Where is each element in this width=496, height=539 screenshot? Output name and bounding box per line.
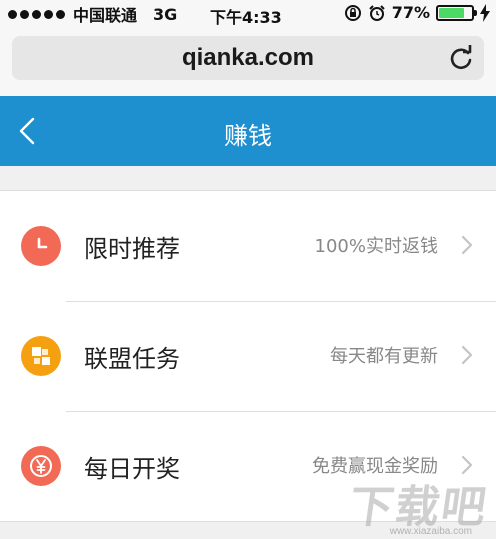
list-item-subtitle: 每天都有更新 (330, 346, 438, 367)
phone-screen: 中国联通 3G 下午4:33 77% qianka.com 赚钱 限时推荐 10… (0, 0, 496, 539)
page-title: 赚钱 (224, 122, 272, 150)
puzzle-icon (21, 336, 61, 376)
watermark-url: www.xiazaiba.com (389, 526, 472, 537)
list-item-label: 联盟任务 (84, 345, 180, 373)
signal-strength-icon (8, 9, 65, 19)
list-item-limited-recommend[interactable]: 限时推荐 100%实时返钱 (0, 191, 496, 301)
clock-icon (21, 226, 61, 266)
reload-icon[interactable] (448, 45, 474, 71)
battery-percent: 77% (391, 3, 430, 22)
network-type: 3G (153, 4, 178, 24)
list-item-subtitle: 100%实时返钱 (314, 236, 438, 257)
nav-bar: 赚钱 (0, 96, 496, 166)
status-right-group: 77% (344, 3, 490, 22)
chevron-right-icon (461, 345, 473, 365)
status-bar: 中国联通 3G 下午4:33 77% (0, 0, 496, 28)
list-item-label: 限时推荐 (84, 235, 180, 263)
browser-chrome: qianka.com (0, 28, 496, 96)
battery-icon (436, 4, 477, 21)
status-time: 下午4:33 (210, 8, 282, 27)
url-text[interactable]: qianka.com (12, 44, 484, 72)
address-bar[interactable]: qianka.com (12, 36, 484, 80)
list-item-label: 每日开奖 (84, 455, 180, 483)
rotation-lock-icon (344, 4, 361, 21)
yen-coin-icon (21, 446, 61, 486)
chevron-right-icon (461, 235, 473, 255)
alarm-icon (368, 4, 385, 21)
charging-icon (480, 3, 490, 22)
carrier-name: 中国联通 (73, 6, 138, 25)
list-item-alliance-tasks[interactable]: 联盟任务 每天都有更新 (0, 301, 496, 411)
